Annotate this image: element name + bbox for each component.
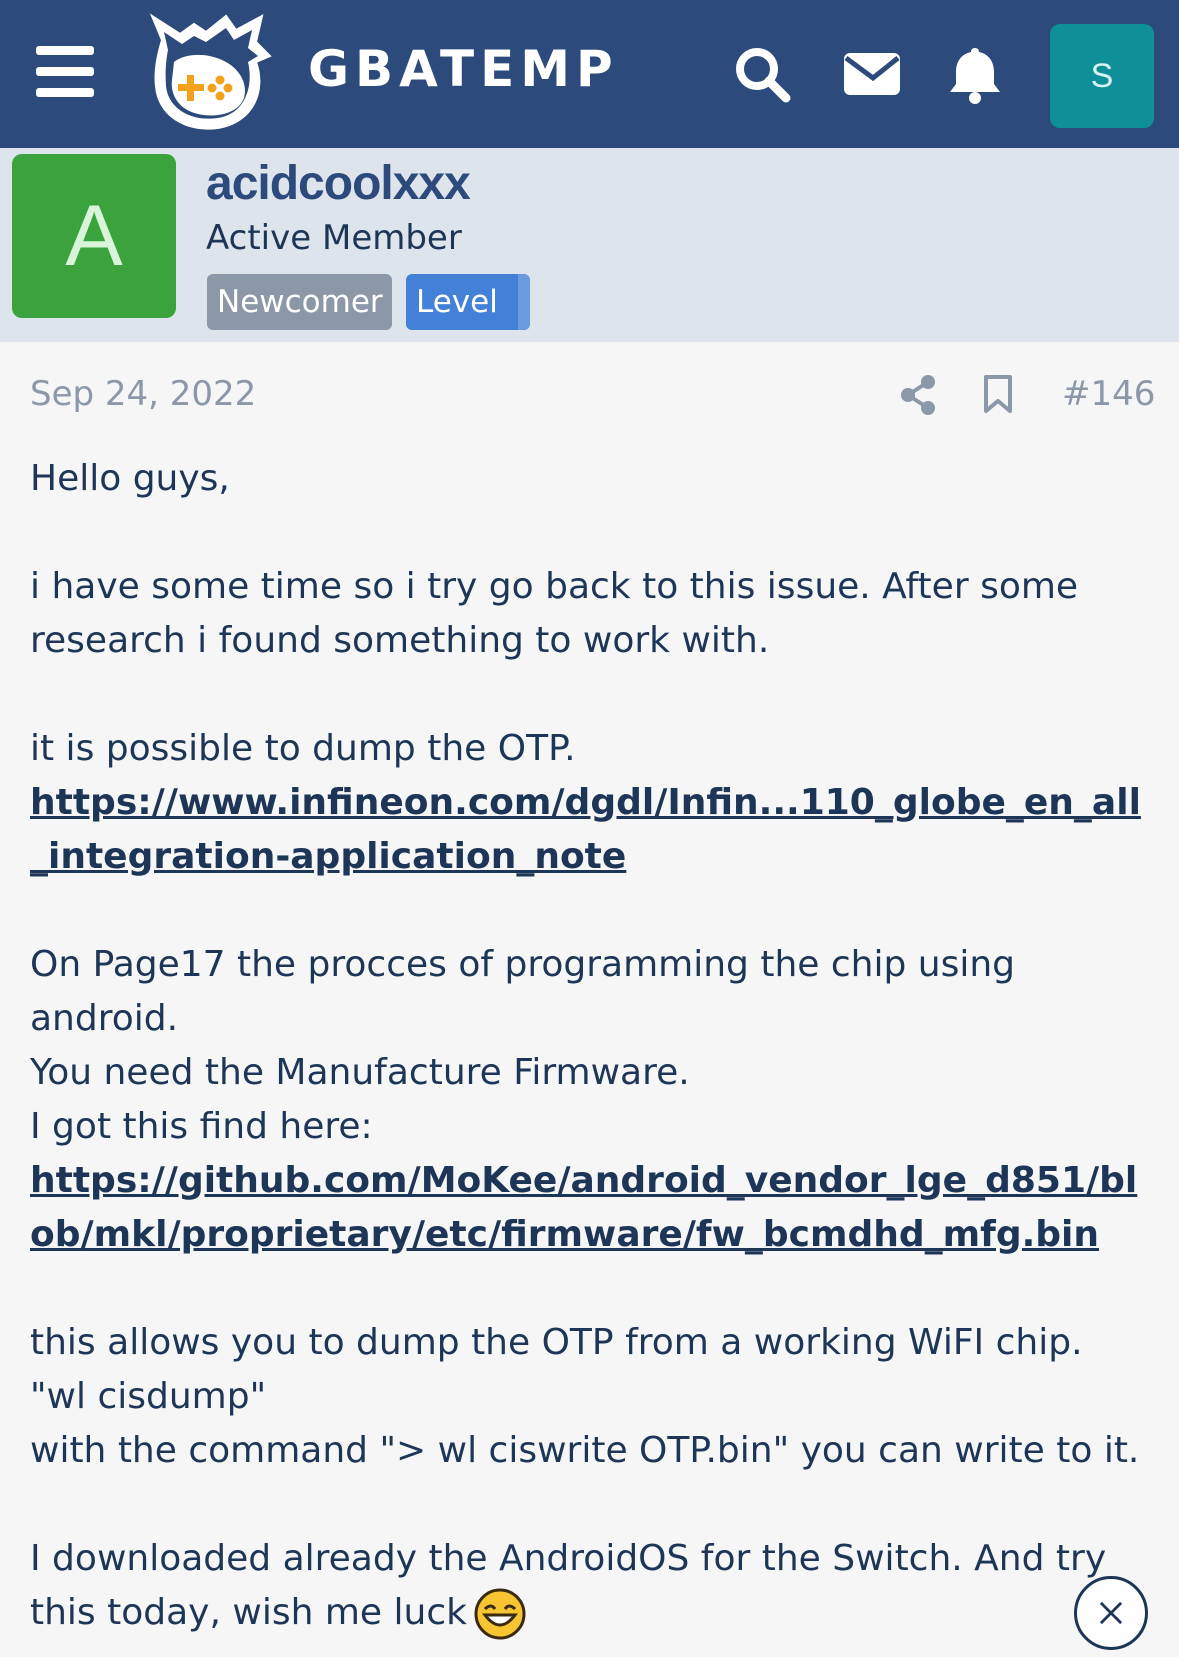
post-date[interactable]: Sep 24, 2022	[30, 374, 256, 414]
bell-icon[interactable]	[944, 44, 1006, 106]
account-avatar[interactable]: S	[1050, 24, 1154, 128]
bookmark-icon[interactable]	[982, 374, 1014, 414]
post-number[interactable]: #146	[1062, 374, 1155, 414]
badge-newcomer: Newcomer	[207, 274, 392, 330]
post-paragraph: this allows you to dump the OTP from a w…	[30, 1322, 1083, 1363]
post-paragraph: I got this find here:	[30, 1106, 373, 1147]
grinning-emoji-icon	[473, 1587, 527, 1641]
badge-level-label: Level 1	[416, 284, 498, 320]
infineon-link[interactable]: https://www.infineon.com/dgdl/Infin...11…	[30, 782, 1141, 877]
post-paragraph: "wl cisdump"	[30, 1376, 267, 1417]
post-paragraph-text: I downloaded already the AndroidOS for t…	[30, 1538, 1107, 1633]
username[interactable]: acidcoolxxx	[206, 156, 471, 211]
user-avatar[interactable]: A	[12, 154, 176, 318]
envelope-icon[interactable]	[842, 44, 904, 106]
share-icon[interactable]	[898, 374, 938, 416]
top-navbar: GBATEMP S	[0, 0, 1179, 148]
post-paragraph: with the command "> wl ciswrite OTP.bin"…	[30, 1430, 1140, 1471]
brand-name[interactable]: GBATEMP	[308, 40, 619, 98]
post-paragraph-last: I downloaded already the AndroidOS for t…	[30, 1532, 1150, 1641]
gbatemp-logo[interactable]	[144, 10, 284, 138]
post-paragraph: On Page17 the procces of programming the…	[30, 944, 1016, 1039]
badge-level: Level 1	[406, 274, 530, 330]
search-icon[interactable]	[732, 44, 794, 106]
post-author-block: A acidcoolxxx Active Member Newcomer Lev…	[0, 148, 1179, 342]
post-paragraph: You need the Manufacture Firmware.	[30, 1052, 690, 1093]
level-progress-fill	[518, 274, 530, 330]
menu-icon[interactable]	[36, 46, 94, 98]
post-paragraph: Hello guys,	[30, 458, 230, 499]
post-paragraph: i have some time so i try go back to thi…	[30, 566, 1079, 661]
close-icon[interactable]	[1074, 1576, 1148, 1650]
post-paragraph: it is possible to dump the OTP.	[30, 728, 576, 769]
user-title: Active Member	[206, 218, 462, 258]
post-body: Hello guys, i have some time so i try go…	[30, 452, 1150, 1641]
github-firmware-link[interactable]: https://github.com/MoKee/android_vendor_…	[30, 1160, 1137, 1255]
